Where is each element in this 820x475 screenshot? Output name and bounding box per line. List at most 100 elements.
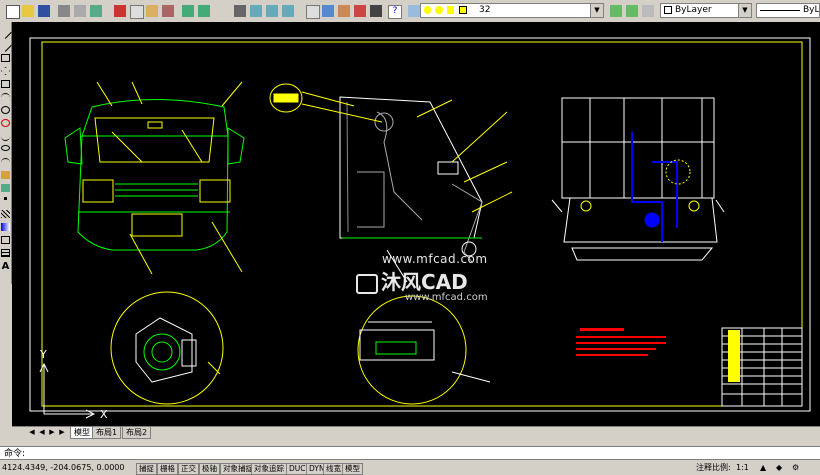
annotation-scale-value[interactable]: 1:1 <box>736 462 749 474</box>
side-view-drawing <box>339 96 483 263</box>
match-properties-icon[interactable] <box>160 3 176 19</box>
sheet-set-icon[interactable] <box>352 3 368 19</box>
ucs-x-label: X <box>100 408 108 421</box>
paste-icon[interactable] <box>144 3 160 19</box>
layout-tab-bar: ◀ ◀ ▶ ▶ 模型 布局1 布局2 <box>12 426 820 439</box>
new-file-icon[interactable] <box>4 3 20 19</box>
make-block-icon[interactable] <box>1 184 10 192</box>
layer-freeze-icon <box>435 6 443 14</box>
polygon-icon[interactable] <box>1 67 10 75</box>
ellipse-arc-icon[interactable] <box>1 158 10 167</box>
cut-icon[interactable] <box>112 3 128 19</box>
color-combo[interactable]: ByLayer ▼ <box>660 3 752 18</box>
status-bar: 4124.4349, -204.0675, 0.0000 捕捉 栅格 正交 极轴… <box>0 462 820 475</box>
color-swatch-icon <box>664 6 672 14</box>
chevron-down-icon[interactable]: ▼ <box>590 4 603 17</box>
next-tab-arrow-icon[interactable]: ▶ <box>48 428 56 437</box>
print-icon[interactable] <box>56 3 72 19</box>
detail-view-right <box>357 295 491 405</box>
arc-icon[interactable] <box>1 93 10 102</box>
chevron-down-icon[interactable]: ▼ <box>738 4 751 17</box>
ucs-icon <box>39 362 96 419</box>
spline-icon[interactable] <box>1 132 10 141</box>
annotation-scale-label: 注释比例: <box>696 463 731 472</box>
tab-model[interactable]: 模型 <box>70 427 94 439</box>
zoom-previous-icon[interactable] <box>280 3 296 19</box>
help-icon[interactable]: ? <box>386 3 402 19</box>
layer-color-icon <box>459 6 467 14</box>
multiline-text-icon[interactable]: A <box>1 262 10 272</box>
otrack-toggle[interactable]: 对象追踪 <box>251 463 287 475</box>
watermark-logo-icon <box>356 273 378 294</box>
insert-block-icon[interactable] <box>1 171 10 179</box>
construction-line-icon[interactable] <box>0 39 12 52</box>
first-tab-arrow-icon[interactable]: ◀ <box>28 428 36 437</box>
command-line[interactable]: 命令: <box>0 446 820 460</box>
publish-icon[interactable] <box>88 3 104 19</box>
workspace-icon[interactable]: ⚙ <box>792 462 802 472</box>
detail-view-left <box>110 291 224 405</box>
polar-toggle[interactable]: 极轴 <box>199 463 220 475</box>
polyline-icon[interactable] <box>1 54 10 62</box>
layer-name: 32 <box>479 5 491 15</box>
technical-notes <box>576 328 666 356</box>
watermark-url-bottom: www.mfcad.com <box>405 292 488 303</box>
rectangle-icon[interactable] <box>1 80 10 88</box>
watermark-url-top: www.mfcad.com <box>382 252 488 266</box>
revision-cloud-icon[interactable] <box>1 119 10 127</box>
zoom-window-icon[interactable] <box>264 3 280 19</box>
layer-combo[interactable]: 32 ▼ <box>420 3 604 18</box>
coordinate-readout: 4124.4349, -204.0675, 0.0000 <box>2 463 125 472</box>
design-center-icon[interactable] <box>320 3 336 19</box>
color-value: ByLayer <box>675 5 712 15</box>
title-block <box>721 327 803 407</box>
layer-lock-icon <box>447 6 454 14</box>
lineweight-toggle[interactable]: 线宽 <box>323 463 344 475</box>
zoom-realtime-icon[interactable] <box>248 3 264 19</box>
grid-toggle[interactable]: 栅格 <box>157 463 178 475</box>
ellipse-icon[interactable] <box>1 145 10 151</box>
circle-icon[interactable] <box>1 106 10 114</box>
tool-palettes-icon[interactable] <box>336 3 352 19</box>
watermark-brand: 沐风CAD <box>356 266 468 295</box>
save-icon[interactable] <box>36 3 52 19</box>
hatch-icon[interactable] <box>1 210 10 218</box>
copy-icon[interactable] <box>128 3 144 19</box>
draw-toolbar: A <box>0 22 12 284</box>
drawing-svg: Y X <box>29 37 811 421</box>
last-tab-arrow-icon[interactable]: ▶ <box>58 428 66 437</box>
prev-tab-arrow-icon[interactable]: ◀ <box>38 428 46 437</box>
line-icon[interactable] <box>0 26 12 39</box>
calculator-icon[interactable] <box>368 3 384 19</box>
undo-icon[interactable] <box>180 3 196 19</box>
snap-toggle[interactable]: 捕捉 <box>136 463 157 475</box>
point-icon[interactable] <box>4 197 7 200</box>
drawing-canvas[interactable]: Y X www.mfcad.com 沐风CAD www.mfcad.com <box>12 22 820 426</box>
annotation-visibility-icon[interactable]: ▲ <box>760 462 770 472</box>
pan-icon[interactable] <box>232 3 248 19</box>
layer-on-icon <box>424 6 431 14</box>
linetype-sample-icon <box>760 10 800 11</box>
gradient-icon[interactable] <box>1 223 10 231</box>
tab-layout1[interactable]: 布局1 <box>92 427 122 439</box>
command-prompt: 命令: <box>4 449 26 459</box>
linetype-combo[interactable]: ByLayer <box>756 3 820 18</box>
sheet-inner-border <box>41 41 803 407</box>
front-view-drawing <box>64 81 245 275</box>
properties-icon[interactable] <box>304 3 320 19</box>
ucs-y-label: Y <box>39 348 47 361</box>
rear-view-drawing <box>551 97 725 261</box>
model-toggle[interactable]: 模型 <box>342 463 363 475</box>
table-icon[interactable] <box>1 249 10 257</box>
redo-icon[interactable] <box>196 3 212 19</box>
standard-toolbar: ? 32 ▼ ByLayer ▼ ByLayer <box>0 0 820 23</box>
print-preview-icon[interactable] <box>72 3 88 19</box>
layer-previous-icon[interactable] <box>624 3 640 19</box>
tab-layout2[interactable]: 布局2 <box>122 427 152 439</box>
ortho-toggle[interactable]: 正交 <box>178 463 199 475</box>
layer-states-icon[interactable] <box>640 3 656 19</box>
region-icon[interactable] <box>1 236 10 244</box>
make-layer-current-icon[interactable] <box>608 3 624 19</box>
open-file-icon[interactable] <box>20 3 36 19</box>
autoscale-icon[interactable]: ◆ <box>776 462 786 472</box>
